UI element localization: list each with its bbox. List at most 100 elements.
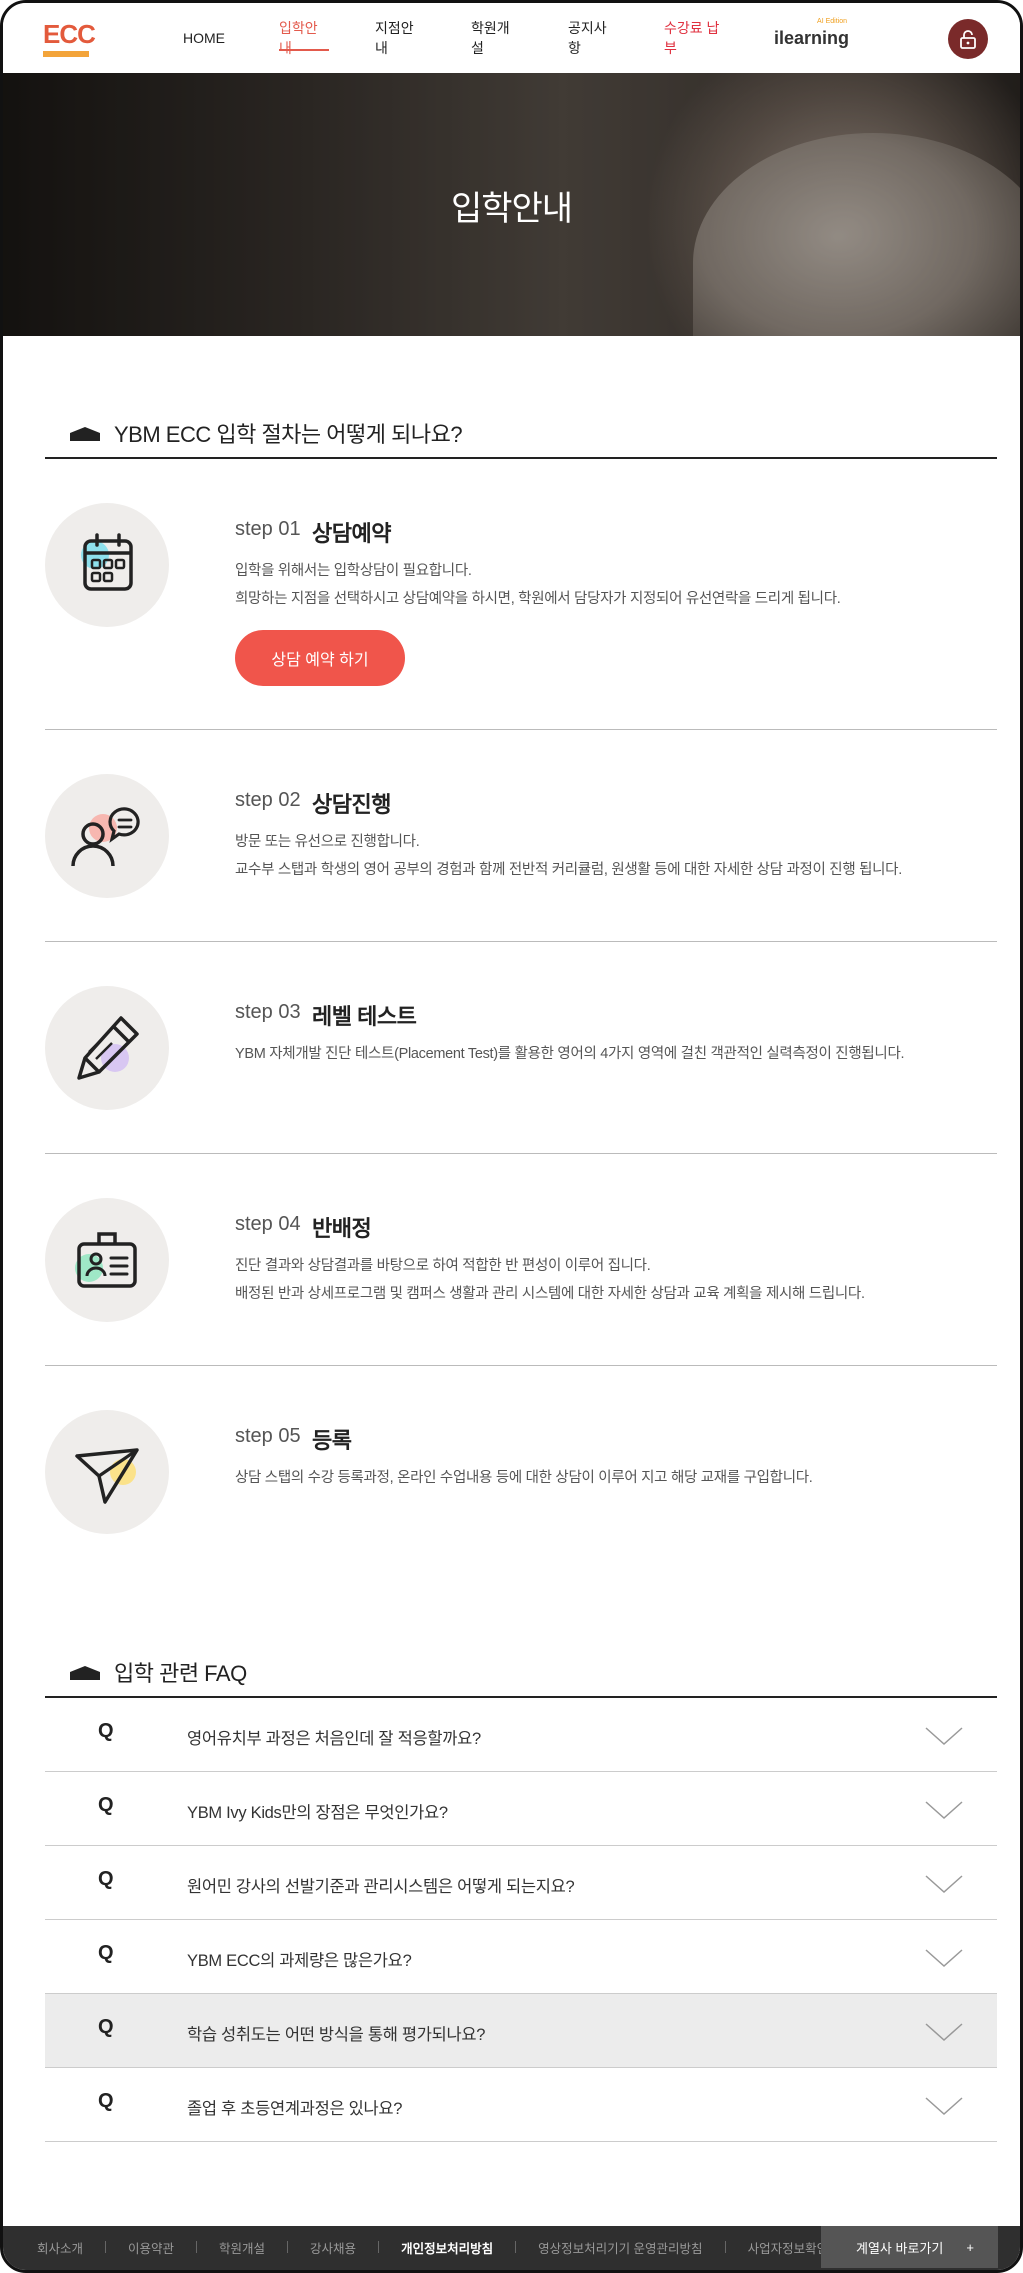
step-description-line: 교수부 스탭과 학생의 영어 공부의 경험과 함께 전반적 커리큘럼, 원생활 … (235, 862, 902, 878)
consult-reservation-button[interactable]: 상담 예약 하기 (235, 630, 405, 686)
chevron-down-icon[interactable] (925, 1948, 963, 1968)
faq-item[interactable]: Q 영어유치부 과정은 처음인데 잘 적응할까요? (45, 1698, 997, 1772)
footer-divider (724, 2241, 726, 2253)
step-05: step 05 등록 상담 스탭의 수강 등록과정, 온라인 수업내용 등에 대… (45, 1366, 997, 1556)
site-header: ECC HOME 입학안내 지점안내 학원개설 공지사항 수강료 납부 AI E… (3, 3, 1020, 73)
step-icon-circle (45, 774, 169, 898)
step-number: step 01 (235, 518, 301, 540)
faq-question: YBM ECC의 과제량은 많은가요? (187, 1952, 412, 1970)
nav-notices[interactable]: 공지사항 (568, 3, 618, 73)
ilearning-badge: AI Edition (817, 17, 848, 25)
faq-item[interactable]: Q YBM Ivy Kids만의 장점은 무엇인가요? (45, 1772, 997, 1846)
step-icon-circle (45, 986, 169, 1110)
nav-ilearning[interactable]: AI Edition ilearning (774, 3, 849, 73)
step-description: 진단 결과와 상담결과를 바탕으로 하여 적합한 반 편성이 이루어 집니다. … (235, 1252, 865, 1308)
procedure-section-title: YBM ECC 입학 절차는 어떻게 되나요? (45, 411, 997, 459)
ilearning-logo: AI Edition ilearning (774, 18, 850, 49)
family-site-label: 계열사 바로가기 (856, 2240, 944, 2256)
footer-links: 회사소개 이용약관 학원개설 강사채용 개인정보처리방침 영상정보처리기기 운영… (37, 2226, 828, 2268)
step-description-line: 희망하는 지점을 선택하시고 상담예약을 하시면, 학원에서 담당자가 지정되어… (235, 591, 841, 607)
step-title: 등록 (312, 1428, 352, 1453)
ilearning-text: ilearning (774, 27, 850, 48)
faq-question: 졸업 후 초등연계과정은 있나요? (187, 2100, 403, 2118)
nav-academy-open[interactable]: 학원개설 (471, 3, 521, 73)
step-icon-circle (45, 503, 169, 627)
faq-item[interactable]: Q YBM ECC의 과제량은 많은가요? (45, 1920, 997, 1994)
footer-link-cctv-policy[interactable]: 영상정보처리기기 운영관리방침 (538, 2238, 702, 2257)
footer-divider (196, 2241, 198, 2253)
nav-branches[interactable]: 지점안내 (375, 3, 425, 73)
procedure-title: YBM ECC 입학 절차는 어떻게 되나요? (114, 422, 463, 447)
faq-question: 영어유치부 과정은 처음인데 잘 적응할까요? (187, 1730, 481, 1748)
footer-divider (378, 2241, 380, 2253)
footer-link-terms[interactable]: 이용약관 (128, 2238, 174, 2257)
site-footer: 회사소개 이용약관 학원개설 강사채용 개인정보처리방침 영상정보처리기기 운영… (3, 2226, 1020, 2270)
step-title: 상담예약 (312, 521, 391, 546)
step-title: 반배정 (312, 1216, 372, 1241)
main-nav: HOME 입학안내 지점안내 학원개설 공지사항 수강료 납부 AI Editi… (183, 3, 849, 73)
footer-link-recruit[interactable]: 강사채용 (310, 2238, 356, 2257)
page-frame: ECC HOME 입학안내 지점안내 학원개설 공지사항 수강료 납부 AI E… (0, 0, 1023, 2273)
step-03: step 03 레벨 테스트 YBM 자체개발 진단 테스트(Placement… (45, 942, 997, 1154)
paper-plane-icon (75, 1448, 139, 1504)
pencil-icon (77, 1016, 139, 1080)
logo-text: ECC (43, 19, 96, 49)
chevron-down-icon[interactable] (925, 1874, 963, 1894)
ecc-logo[interactable]: ECC (43, 19, 96, 59)
step-01: step 01 상담예약 입학을 위해서는 입학상담이 필요합니다. 희망하는 … (45, 459, 997, 730)
faq-q-label: Q (98, 1720, 114, 1742)
chevron-down-icon[interactable] (925, 2022, 963, 2042)
faq-item[interactable]: Q 원어민 강사의 선발기준과 관리시스템은 어떻게 되는지요? (45, 1846, 997, 1920)
calendar-icon (81, 533, 133, 591)
faq-question: 학습 성취도는 어떤 방식을 통해 평가되나요? (187, 2026, 486, 2044)
step-title: 레벨 테스트 (312, 1004, 417, 1029)
footer-link-privacy[interactable]: 개인정보처리방침 (401, 2238, 493, 2257)
step-icon-circle (45, 1198, 169, 1322)
faq-q-label: Q (98, 1942, 114, 1964)
footer-link-academy-open[interactable]: 학원개설 (219, 2238, 265, 2257)
faq-q-label: Q (98, 2016, 114, 2038)
step-number: step 03 (235, 1001, 301, 1023)
faq-q-label: Q (98, 1868, 114, 1890)
consultation-chat-icon (71, 807, 140, 867)
footer-divider (287, 2241, 289, 2253)
faq-q-label: Q (98, 1794, 114, 1816)
nav-home[interactable]: HOME (183, 3, 225, 73)
step-description-line: 배정된 반과 상세프로그램 및 캠퍼스 생활과 관리 시스템에 대한 자세한 상… (235, 1286, 865, 1302)
footer-link-business-info[interactable]: 사업자정보확인 (748, 2238, 829, 2257)
chevron-down-icon[interactable] (925, 2096, 963, 2116)
hero-banner: 입학안내 (3, 73, 1020, 336)
step-description-line: 상담 스탭의 수강 등록과정, 온라인 수업내용 등에 대한 상담이 이루어 지… (235, 1470, 813, 1486)
graduation-cap-icon (70, 427, 100, 441)
plus-icon: + (966, 2239, 974, 2255)
step-description: 방문 또는 유선으로 진행합니다. 교수부 스탭과 학생의 영어 공부의 경험과… (235, 828, 902, 884)
step-number: step 04 (235, 1213, 301, 1235)
login-button[interactable] (948, 19, 988, 59)
graduation-cap-icon (70, 1666, 100, 1680)
faq-item[interactable]: Q 학습 성취도는 어떤 방식을 통해 평가되나요? (45, 1994, 997, 2068)
family-site-button[interactable]: 계열사 바로가기 + (821, 2226, 998, 2268)
step-number: step 05 (235, 1425, 301, 1447)
footer-divider (515, 2241, 517, 2253)
step-description: YBM 자체개발 진단 테스트(Placement Test)를 활용한 영어의… (235, 1040, 905, 1068)
nav-tuition-payment[interactable]: 수강료 납부 (664, 3, 730, 73)
faq-section-title: 입학 관련 FAQ (45, 1650, 997, 1698)
faq-list: Q 영어유치부 과정은 처음인데 잘 적응할까요? Q YBM Ivy Kids… (45, 1698, 997, 2142)
chevron-down-icon[interactable] (925, 1726, 963, 1746)
step-description: 입학을 위해서는 입학상담이 필요합니다. 희망하는 지점을 선택하시고 상담예… (235, 557, 841, 613)
logo-bar (43, 51, 89, 57)
step-description-line: 진단 결과와 상담결과를 바탕으로 하여 적합한 반 편성이 이루어 집니다. (235, 1258, 651, 1274)
step-title: 상담진행 (312, 792, 391, 817)
step-description-line: 방문 또는 유선으로 진행합니다. (235, 834, 420, 850)
footer-link-company[interactable]: 회사소개 (37, 2238, 83, 2257)
step-02: step 02 상담진행 방문 또는 유선으로 진행합니다. 교수부 스탭과 학… (45, 730, 997, 942)
nav-admission[interactable]: 입학안내 (279, 3, 329, 73)
step-description-line: YBM 자체개발 진단 테스트(Placement Test)를 활용한 영어의… (235, 1046, 905, 1062)
step-icon-circle (45, 1410, 169, 1534)
chevron-down-icon[interactable] (925, 1800, 963, 1820)
footer-divider (105, 2241, 107, 2253)
step-description-line: 입학을 위해서는 입학상담이 필요합니다. (235, 563, 472, 579)
step-number: step 02 (235, 789, 301, 811)
faq-item[interactable]: Q 졸업 후 초등연계과정은 있나요? (45, 2068, 997, 2142)
faq-question: YBM Ivy Kids만의 장점은 무엇인가요? (187, 1804, 448, 1822)
